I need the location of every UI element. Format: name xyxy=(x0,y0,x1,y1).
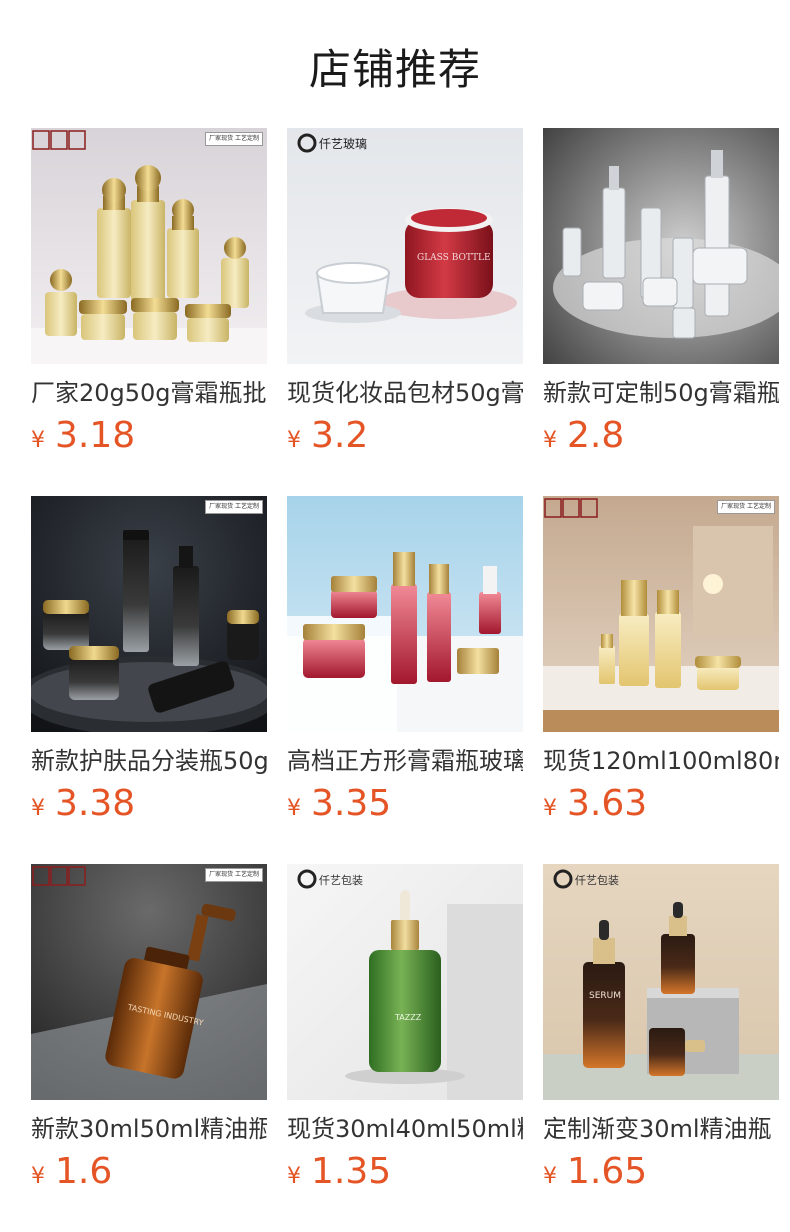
spec-label: 厂家现货 工艺定制 xyxy=(205,500,263,514)
price-value: 3.63 xyxy=(567,783,648,824)
currency-symbol: ¥ xyxy=(31,796,45,821)
product-image[interactable] xyxy=(543,128,779,364)
product-price: ¥3.63 xyxy=(543,784,779,830)
product-price: ¥1.6 xyxy=(31,1152,267,1198)
currency-symbol: ¥ xyxy=(287,428,301,453)
product-card[interactable]: 厂家现货 工艺定制 现货120ml100ml80ml ¥3.63 xyxy=(543,496,779,830)
product-price: ¥2.8 xyxy=(543,416,779,462)
currency-symbol: ¥ xyxy=(543,428,557,453)
currency-symbol: ¥ xyxy=(543,1164,557,1189)
svg-text:SERUM: SERUM xyxy=(589,991,621,1001)
price-value: 2.8 xyxy=(567,415,625,456)
product-name[interactable]: 定制渐变30ml精油瓶 xyxy=(543,1112,779,1146)
product-price: ¥1.35 xyxy=(287,1152,523,1198)
product-image[interactable]: 厂家现货 工艺定制 xyxy=(31,496,267,732)
currency-symbol: ¥ xyxy=(287,1164,301,1189)
product-price: ¥3.18 xyxy=(31,416,267,462)
product-price: ¥1.65 xyxy=(543,1152,779,1198)
product-card[interactable]: SERUM 仟艺包装 定制渐变30ml精油瓶 ¥1.65 xyxy=(543,864,779,1198)
product-name[interactable]: 高档正方形膏霜瓶玻璃瓶 xyxy=(287,744,523,778)
product-price: ¥3.2 xyxy=(287,416,523,462)
product-card[interactable]: TASTING INDUSTRY 厂家现货 工艺定制 新款30ml50ml精油瓶… xyxy=(31,864,267,1198)
currency-symbol: ¥ xyxy=(543,796,557,821)
price-value: 3.38 xyxy=(55,783,136,824)
recommend-page: 店铺推荐 厂家现货 工艺定制 厂家20g50g膏霜瓶批发 ¥ 3.18 GLAS… xyxy=(0,0,790,1232)
product-name[interactable]: 新款护肤品分装瓶50g xyxy=(31,744,267,778)
page-title: 店铺推荐 xyxy=(308,45,481,94)
product-image[interactable]: 厂家现货 工艺定制 xyxy=(31,128,267,364)
product-price: ¥3.35 xyxy=(287,784,523,830)
product-image[interactable]: GLASS BOTTLE 仟艺玻璃 xyxy=(287,128,523,364)
product-image[interactable]: TASTING INDUSTRY 厂家现货 工艺定制 xyxy=(31,864,267,1100)
product-card[interactable]: GLASS BOTTLE 仟艺玻璃 现货化妆品包材50g膏霜瓶 ¥3.2 xyxy=(287,128,523,462)
brand-label: 仟艺包装 xyxy=(319,874,363,887)
currency-symbol: ¥ xyxy=(287,796,301,821)
product-image[interactable]: TAZZZ 仟艺包装 xyxy=(287,864,523,1100)
price-value: 3.2 xyxy=(311,415,369,456)
product-card[interactable]: TAZZZ 仟艺包装 现货30ml40ml50ml精华瓶 ¥1.35 xyxy=(287,864,523,1198)
product-card[interactable]: 厂家现货 工艺定制 厂家20g50g膏霜瓶批发 ¥3.18 xyxy=(31,128,267,462)
currency-symbol: ¥ xyxy=(31,428,45,453)
currency-symbol: ¥ xyxy=(31,1164,45,1189)
product-card[interactable]: 厂家现货 工艺定制 新款护肤品分装瓶50g ¥3.38 xyxy=(31,496,267,830)
svg-text:仟艺玻璃: 仟艺玻璃 xyxy=(319,137,367,151)
product-image[interactable]: SERUM 仟艺包装 xyxy=(543,864,779,1100)
product-name[interactable]: 现货120ml100ml80ml xyxy=(543,744,779,778)
price-value: 3.35 xyxy=(311,783,392,824)
product-name[interactable]: 现货30ml40ml50ml精华瓶 xyxy=(287,1112,523,1146)
svg-text:TAZZZ: TAZZZ xyxy=(394,1013,422,1022)
product-name[interactable]: 新款30ml50ml精油瓶 xyxy=(31,1112,267,1146)
product-name[interactable]: 厂家20g50g膏霜瓶批发 xyxy=(31,376,267,410)
product-card[interactable]: 新款可定制50g膏霜瓶套装 ¥2.8 xyxy=(543,128,779,462)
spec-label: 厂家现货 工艺定制 xyxy=(205,868,263,882)
spec-label: 厂家现货 工艺定制 xyxy=(205,132,263,146)
price-value: 3.18 xyxy=(55,415,136,456)
product-name[interactable]: 新款可定制50g膏霜瓶套装 xyxy=(543,376,779,410)
price-value: 1.6 xyxy=(55,1151,113,1192)
svg-text:GLASS BOTTLE: GLASS BOTTLE xyxy=(417,253,491,263)
product-image[interactable]: 厂家现货 工艺定制 xyxy=(543,496,779,732)
product-name[interactable]: 现货化妆品包材50g膏霜瓶 xyxy=(287,376,523,410)
price-value: 1.65 xyxy=(567,1151,648,1192)
spec-label: 厂家现货 工艺定制 xyxy=(717,500,775,514)
price-value: 1.35 xyxy=(311,1151,392,1192)
product-price: ¥3.38 xyxy=(31,784,267,830)
product-card[interactable]: 高档正方形膏霜瓶玻璃瓶 ¥3.35 xyxy=(287,496,523,830)
product-image[interactable] xyxy=(287,496,523,732)
brand-label: 仟艺包装 xyxy=(575,874,619,887)
